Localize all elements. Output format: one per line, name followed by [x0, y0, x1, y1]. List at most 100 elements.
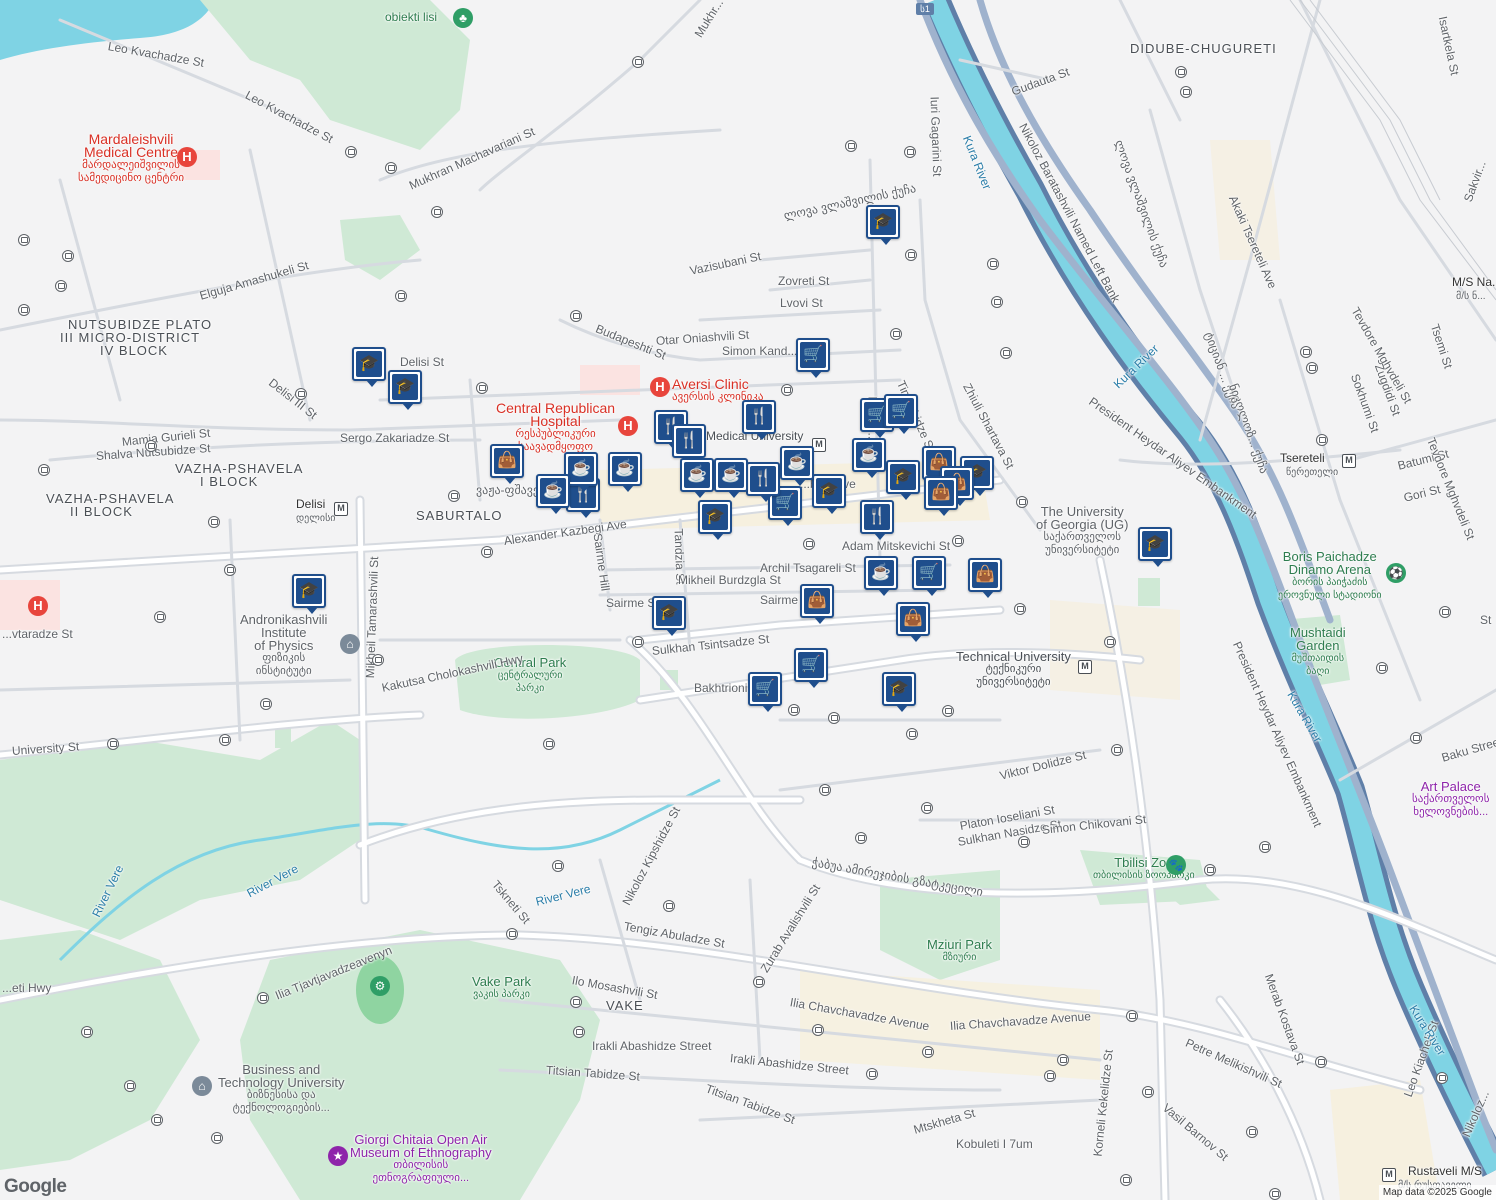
bus-stop-icon[interactable]: [224, 564, 236, 576]
bus-stop-icon[interactable]: [1410, 732, 1422, 744]
bus-stop-icon[interactable]: [506, 928, 518, 940]
bus-stop-icon[interactable]: [552, 860, 564, 872]
bus-stop-icon[interactable]: [1018, 836, 1030, 848]
bus-stop-icon[interactable]: [81, 1026, 93, 1038]
bus-stop-icon[interactable]: [952, 535, 964, 547]
bus-stop-icon[interactable]: [922, 1046, 934, 1058]
metro-icon[interactable]: M: [1382, 1168, 1396, 1182]
bus-stop-icon[interactable]: [1180, 86, 1192, 98]
metro-label[interactable]: M/S Na...: [1452, 276, 1496, 289]
bus-stop-icon[interactable]: [1204, 864, 1216, 876]
bus-stop-icon[interactable]: [632, 636, 644, 648]
bus-stop-icon[interactable]: [1014, 603, 1026, 615]
place-business-tech-university[interactable]: Business and Technology University ბიზნე…: [218, 1063, 344, 1115]
bus-stop-icon[interactable]: [448, 490, 460, 502]
bus-stop-icon[interactable]: [1259, 841, 1271, 853]
bus-stop-icon[interactable]: [385, 162, 397, 174]
map-pin[interactable]: ☕: [714, 458, 748, 498]
place-mushtaidi-garden[interactable]: Mushtaidi Garden მუშთაიდის ბაღი: [1290, 626, 1346, 678]
metro-label[interactable]: Tsereteli: [1280, 452, 1325, 465]
google-logo[interactable]: Google: [4, 1176, 67, 1198]
map-pin[interactable]: 🎓: [882, 672, 916, 712]
map-pin[interactable]: 🛒: [748, 672, 782, 712]
bus-stop-icon[interactable]: [151, 1114, 163, 1126]
map-pin[interactable]: 🎓: [812, 474, 846, 514]
bus-stop-icon[interactable]: [803, 538, 815, 550]
bus-stop-icon[interactable]: [904, 146, 916, 158]
bus-stop-icon[interactable]: [145, 440, 157, 452]
map-pin[interactable]: ☕: [780, 446, 814, 486]
bus-stop-icon[interactable]: [663, 900, 675, 912]
bus-stop-icon[interactable]: [632, 56, 644, 68]
bus-stop-icon[interactable]: [1104, 636, 1116, 648]
map-pin[interactable]: 🎓: [1138, 527, 1172, 567]
bus-stop-icon[interactable]: [1315, 1056, 1327, 1068]
bus-stop-icon[interactable]: [18, 304, 30, 316]
map-pin[interactable]: ☕: [608, 452, 642, 492]
map-pin[interactable]: 🛒: [794, 648, 828, 688]
map-pin[interactable]: 🎓: [292, 574, 326, 614]
map-pin[interactable]: ☕: [852, 438, 886, 478]
bus-stop-icon[interactable]: [395, 290, 407, 302]
bus-stop-icon[interactable]: [942, 705, 954, 717]
hospital-icon[interactable]: H: [28, 596, 48, 616]
map-pin[interactable]: 🛒: [884, 394, 918, 434]
bus-stop-icon[interactable]: [890, 328, 902, 340]
bus-stop-icon[interactable]: [781, 384, 793, 396]
map-pin[interactable]: 👜: [968, 558, 1002, 598]
bus-stop-icon[interactable]: [906, 728, 918, 740]
map-pin[interactable]: 🍴: [742, 400, 776, 440]
bus-stop-icon[interactable]: [1126, 1010, 1138, 1022]
university-icon[interactable]: ⌂: [192, 1076, 212, 1096]
bus-stop-icon[interactable]: [481, 546, 493, 558]
bus-stop-icon[interactable]: [1439, 606, 1451, 618]
map-pin[interactable]: ☕: [680, 458, 714, 498]
bus-stop-icon[interactable]: [570, 996, 582, 1008]
bus-stop-icon[interactable]: [1142, 1086, 1154, 1098]
metro-icon[interactable]: M: [1342, 454, 1356, 468]
bus-stop-icon[interactable]: [1057, 1054, 1069, 1066]
bus-stop-icon[interactable]: [543, 738, 555, 750]
bus-stop-icon[interactable]: [431, 206, 443, 218]
bus-stop-icon[interactable]: [62, 250, 74, 262]
place-university-of-georgia[interactable]: The University of Georgia (UG) საქართველ…: [1036, 505, 1128, 557]
bus-stop-icon[interactable]: [219, 734, 231, 746]
place-technical-university[interactable]: Technical University ტექნიკური უნივერსიტ…: [956, 650, 1071, 689]
stadium-icon[interactable]: ⚽: [1386, 563, 1406, 583]
map-pin[interactable]: 🎓: [388, 370, 422, 410]
park-icon[interactable]: ♣: [453, 8, 473, 28]
map-pin[interactable]: 🎓: [652, 596, 686, 636]
bus-stop-icon[interactable]: [476, 382, 488, 394]
bus-stop-icon[interactable]: [828, 712, 840, 724]
bus-stop-icon[interactable]: [753, 976, 765, 988]
map-canvas[interactable]: DIDUBE-CHUGURETI NUTSUBIDZE PLATO III MI…: [0, 0, 1496, 1200]
map-pin[interactable]: 🍴: [860, 500, 894, 540]
bus-stop-icon[interactable]: [295, 388, 307, 400]
bus-stop-icon[interactable]: [1300, 346, 1312, 358]
museum-icon[interactable]: ★: [328, 1146, 348, 1166]
bus-stop-icon[interactable]: [345, 146, 357, 158]
map-pin[interactable]: 👜: [490, 444, 524, 484]
hospital-icon[interactable]: H: [177, 147, 197, 167]
bus-stop-icon[interactable]: [819, 784, 831, 796]
bus-stop-icon[interactable]: [372, 654, 384, 666]
bus-stop-icon[interactable]: [1246, 1126, 1258, 1138]
bus-stop-icon[interactable]: [987, 258, 999, 270]
map-pin[interactable]: 🎓: [866, 205, 900, 245]
map-pin[interactable]: 🎓: [886, 460, 920, 500]
bus-stop-icon[interactable]: [845, 140, 857, 152]
bus-stop-icon[interactable]: [1120, 1174, 1132, 1186]
metro-icon[interactable]: M: [334, 502, 348, 516]
map-pin[interactable]: 🎓: [698, 500, 732, 540]
bus-stop-icon[interactable]: [124, 1080, 136, 1092]
bus-stop-icon[interactable]: [257, 992, 269, 1004]
bus-stop-icon[interactable]: [1306, 362, 1318, 374]
map-pin[interactable]: 👜: [896, 602, 930, 642]
zoo-icon[interactable]: 🐾: [1166, 855, 1186, 875]
map-pin[interactable]: 🍴: [672, 424, 706, 464]
map-pin[interactable]: 🍴: [746, 462, 780, 502]
bus-stop-icon[interactable]: [1111, 744, 1123, 756]
bus-stop-icon[interactable]: [38, 464, 50, 476]
place-vake-park[interactable]: Vake Park ვაკის პარკი: [472, 975, 531, 1001]
map-pin[interactable]: ☕: [864, 556, 898, 596]
